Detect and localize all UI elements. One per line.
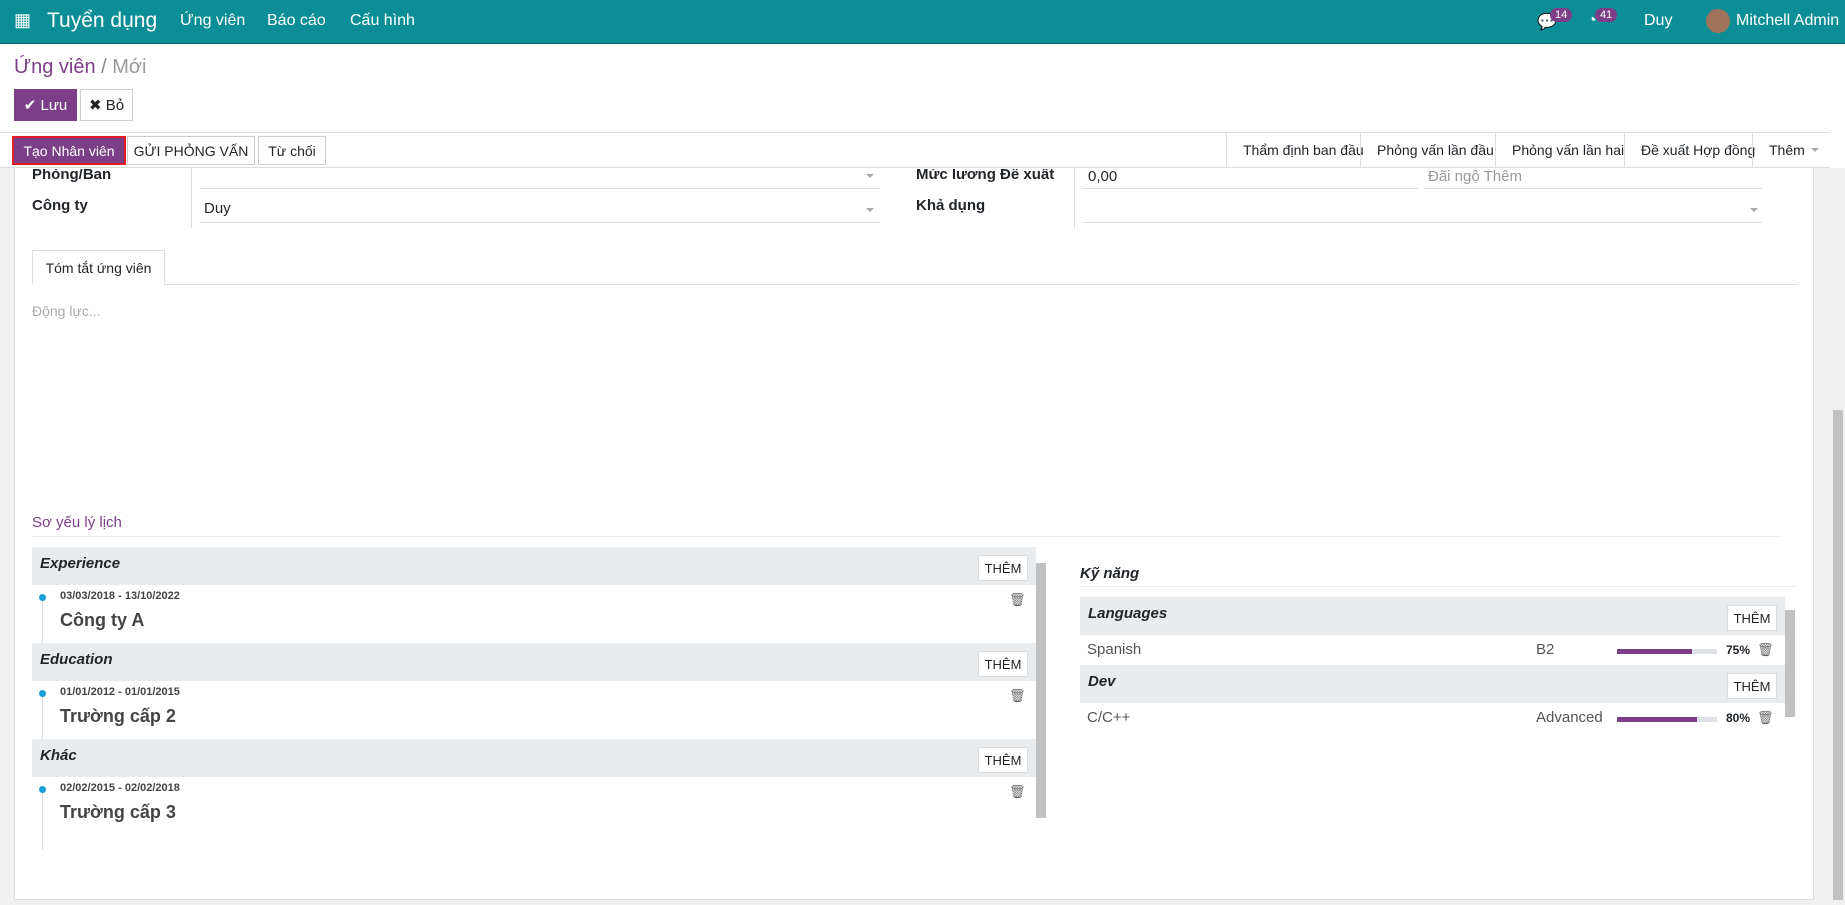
company-switcher[interactable]: Duy (1644, 12, 1672, 30)
menu-config[interactable]: Cấu hình (350, 12, 415, 30)
top-navbar: ▦ Tuyển dụng Ứng viên Báo cáo Cấu hình 💬… (0, 0, 1845, 44)
breadcrumb-sep: / (101, 56, 107, 78)
skill-progress-label: 80% (1726, 711, 1751, 725)
section-title: Dev (1088, 673, 1116, 690)
timeline-dot-icon (39, 786, 46, 793)
user-menu[interactable]: Mitchell Admin (1736, 12, 1839, 30)
divider (191, 168, 192, 228)
stage-contract-proposal[interactable]: Đề xuất Hợp đồng (1624, 132, 1771, 167)
resume-section-header: Education THÊM (32, 643, 1036, 681)
skill-name[interactable]: C/C++ (1087, 709, 1130, 726)
divider (1080, 586, 1796, 587)
skill-progress-bar (1617, 649, 1717, 654)
more-label: Thêm (1769, 141, 1805, 158)
discard-button[interactable]: ✖ Bỏ (80, 89, 133, 121)
add-line-button[interactable]: THÊM (978, 651, 1028, 677)
resume-section-header: Khác THÊM (32, 739, 1036, 777)
progress-fill (1617, 717, 1697, 722)
progress-fill (1617, 649, 1692, 654)
resume-item-name[interactable]: Trường cấp 3 (60, 802, 176, 823)
refuse-button[interactable]: Từ chối (258, 136, 326, 165)
resume-section-header: Experience THÊM (32, 547, 1036, 585)
section-title: Languages (1088, 605, 1168, 622)
resume-title: Sơ yếu lý lịch (32, 514, 122, 531)
trash-icon[interactable]: 🗑 (1009, 688, 1026, 704)
resume-item-dates: 02/02/2015 - 02/02/2018 (60, 782, 180, 794)
check-icon: ✔ (23, 97, 41, 114)
tab-line (32, 284, 1798, 285)
stage-initial[interactable]: Thẩm định ban đầu (1226, 132, 1380, 167)
trash-icon[interactable]: 🗑 (1009, 784, 1026, 800)
availability-label: Khả dụng (916, 197, 986, 214)
apps-menu-icon[interactable]: ▦ (14, 10, 31, 31)
skill-section-header: Languages THÊM (1080, 597, 1785, 635)
chevron-down-icon (1750, 208, 1758, 212)
add-skill-button[interactable]: THÊM (1727, 605, 1777, 631)
skill-section-header: Dev THÊM (1080, 665, 1785, 703)
divider (32, 536, 1782, 537)
activities-badge: 41 (1595, 8, 1618, 22)
skill-level: Advanced (1536, 709, 1603, 726)
resume-item-name[interactable]: Công ty A (60, 610, 144, 631)
section-title: Education (40, 651, 113, 668)
section-title: Experience (40, 555, 121, 572)
skills-scrollbar[interactable] (1785, 610, 1795, 717)
company-value[interactable]: Duy (204, 200, 231, 217)
stages-more-dropdown[interactable]: Thêm (1752, 132, 1835, 167)
resume-item-dates: 03/03/2018 - 13/10/2022 (60, 590, 180, 602)
resume-scrollbar[interactable] (1036, 563, 1046, 818)
avatar[interactable] (1706, 9, 1730, 33)
save-label: Lưu (40, 96, 68, 114)
breadcrumb: Ứng viên / Mới (14, 56, 146, 79)
availability-field[interactable] (1082, 222, 1762, 223)
timeline-dot-icon (39, 594, 46, 601)
skill-level: B2 (1536, 641, 1555, 658)
close-icon: ✖ (88, 97, 106, 114)
add-line-button[interactable]: THÊM (978, 555, 1028, 581)
discard-label: Bỏ (105, 96, 125, 114)
stage-second-interview[interactable]: Phỏng vấn lần hai (1495, 132, 1640, 167)
chevron-down-icon (866, 208, 874, 212)
trash-icon[interactable]: 🗑 (1009, 592, 1026, 608)
add-line-button[interactable]: THÊM (978, 747, 1028, 773)
trash-icon[interactable]: 🗑 (1757, 642, 1774, 658)
skill-progress-bar (1617, 717, 1717, 722)
timeline-dot-icon (39, 690, 46, 697)
add-skill-button[interactable]: THÊM (1727, 673, 1777, 699)
create-employee-button[interactable]: Tạo Nhân viên (12, 136, 126, 165)
messages-badge: 14 (1550, 8, 1573, 22)
timeline-line (42, 793, 43, 850)
app-title[interactable]: Tuyển dụng (47, 9, 157, 33)
form-sheet (14, 168, 1814, 900)
stage-first-interview[interactable]: Phỏng vấn lần đầu (1360, 132, 1510, 167)
company-label: Công ty (32, 197, 88, 214)
section-title: Khác (40, 747, 77, 764)
save-button[interactable]: ✔ Lưu (14, 89, 77, 121)
salary-input[interactable]: 0,00 (1088, 168, 1117, 185)
tab-summary[interactable]: Tóm tắt ứng viên (32, 250, 165, 285)
resume-item-dates: 01/01/2012 - 01/01/2015 (60, 686, 180, 698)
chevron-down-icon (866, 174, 874, 178)
page-scrollbar[interactable] (1833, 410, 1843, 900)
motivation-input[interactable]: Động lực... (32, 303, 101, 319)
divider (1074, 168, 1075, 228)
extra-benefits-input[interactable]: Đãi ngộ Thêm (1428, 168, 1522, 185)
resume-item-name[interactable]: Trường cấp 2 (60, 706, 176, 727)
skill-name[interactable]: Spanish (1087, 641, 1141, 658)
breadcrumb-current: Mới (112, 56, 147, 78)
salary-line (1082, 188, 1418, 189)
trash-icon[interactable]: 🗑 (1757, 710, 1774, 726)
menu-reports[interactable]: Báo cáo (267, 12, 326, 30)
breadcrumb-parent[interactable]: Ứng viên (14, 56, 96, 78)
company-field-line (200, 222, 880, 223)
skills-title: Kỹ năng (1080, 565, 1140, 582)
skill-progress-label: 75% (1726, 643, 1751, 657)
send-interview-button[interactable]: GỬI PHỎNG VẤN (127, 136, 255, 165)
chevron-down-icon (1810, 147, 1819, 152)
department-field[interactable] (200, 188, 880, 189)
menu-applicants[interactable]: Ứng viên (180, 12, 245, 30)
extra-line (1424, 188, 1762, 189)
